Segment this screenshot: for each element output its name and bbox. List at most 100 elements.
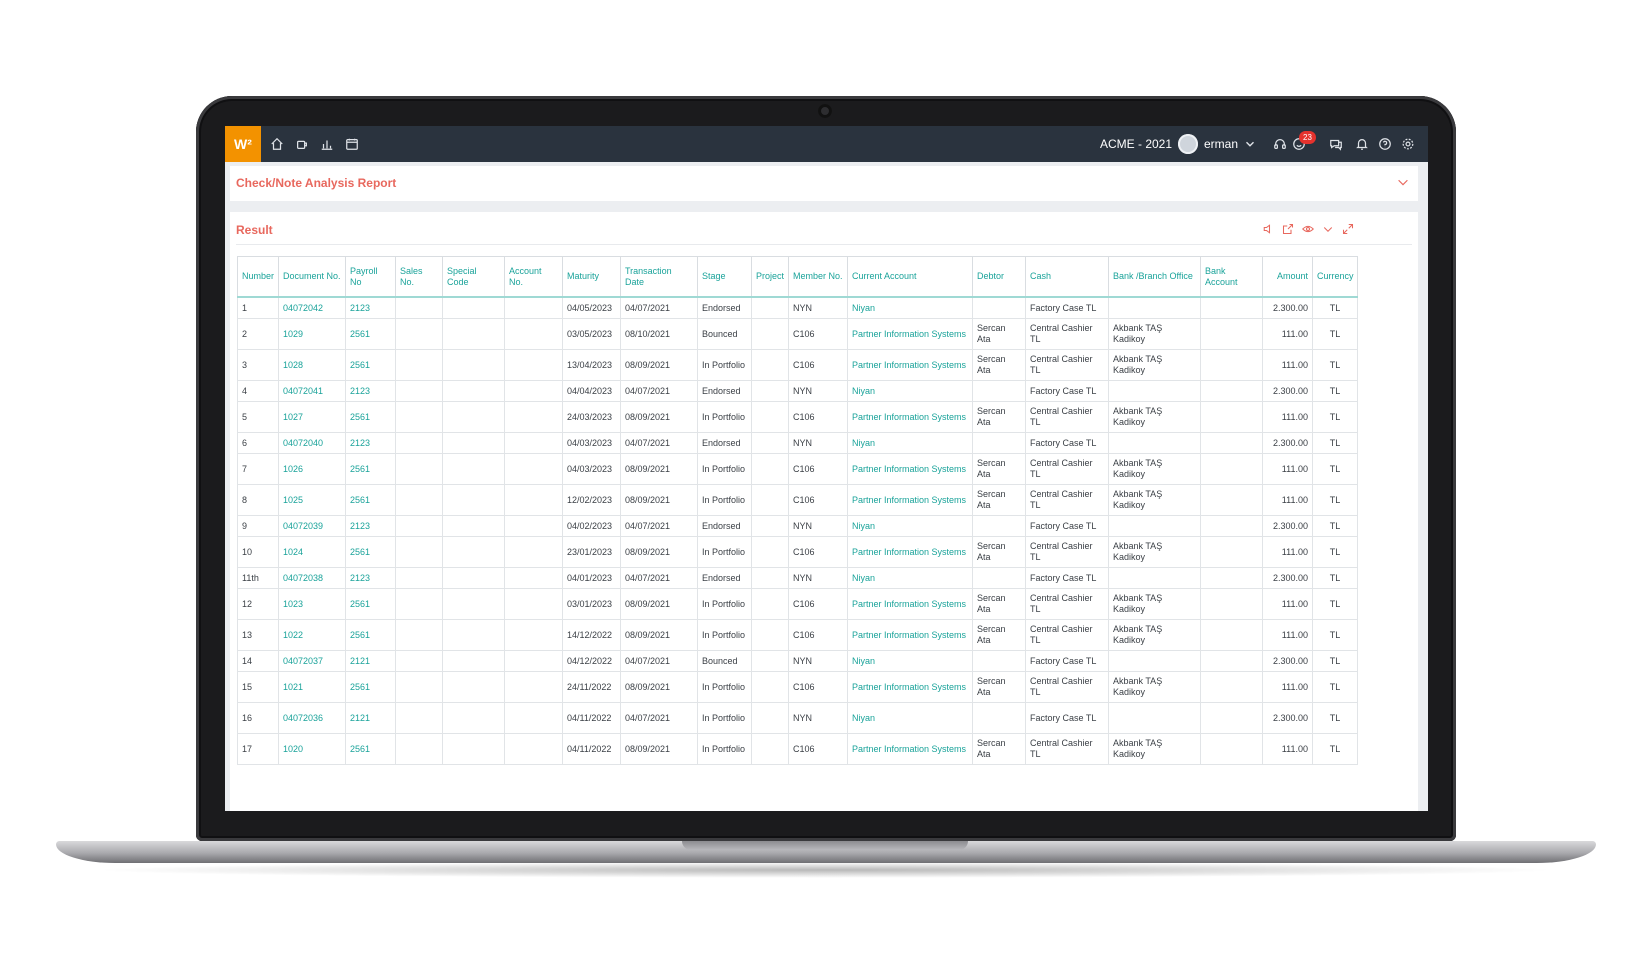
table-cell[interactable]: 2561 [345,349,396,381]
table-row[interactable]: 5 1027 2561 24/03/2023 08/09/2021 In Portfoli… [237,401,1358,433]
table-row[interactable]: 2 1029 2561 03/05/2023 08/10/2021 Bounced C106… [237,318,1358,350]
table-row[interactable]: 8 1025 2561 12/02/2023 08/09/2021 In Portfoli… [237,484,1358,516]
table-cell[interactable]: 04072040 [278,432,346,454]
column-header[interactable]: Special Code [442,256,505,298]
export-icon[interactable] [1282,222,1294,240]
home-icon[interactable] [268,135,286,153]
table-cell[interactable]: Partner Information Systems [847,484,973,516]
table-row[interactable]: 17 1020 2561 04/11/2022 08/09/2021 In Portfol… [237,733,1358,765]
table-row[interactable]: 15 1021 2561 24/11/2022 08/09/2021 In Portfol… [237,671,1358,703]
table-cell[interactable]: 2121 [345,702,396,734]
table-row[interactable]: 12 1023 2561 03/01/2023 08/09/2021 In Portfol… [237,588,1358,620]
app-logo[interactable]: W² [225,126,261,162]
column-header[interactable]: Document No. [278,256,346,298]
table-cell[interactable]: 1023 [278,588,346,620]
column-header[interactable]: Current Account [847,256,973,298]
column-header[interactable]: Cash [1025,256,1109,298]
column-header[interactable]: Payroll No [345,256,396,298]
table-cell[interactable]: 2123 [345,432,396,454]
table-cell[interactable]: 2561 [345,453,396,485]
table-cell[interactable]: 1029 [278,318,346,350]
table-cell[interactable]: Partner Information Systems [847,318,973,350]
company-selector[interactable]: ACME - 2021 [1100,137,1172,151]
column-header[interactable]: Account No. [504,256,563,298]
table-row[interactable]: 3 1028 2561 13/04/2023 08/09/2021 In Portfoli… [237,349,1358,381]
column-header[interactable]: Bank Account [1200,256,1263,298]
table-cell[interactable]: Partner Information Systems [847,671,973,703]
table-cell[interactable]: 1021 [278,671,346,703]
table-cell[interactable]: 2123 [345,515,396,537]
table-cell[interactable]: 1025 [278,484,346,516]
coffee-cup-icon[interactable] [293,135,311,153]
table-cell[interactable]: Niyan [847,380,973,402]
column-header[interactable]: Member No. [788,256,848,298]
table-cell[interactable]: 2561 [345,318,396,350]
table-row[interactable]: 10 1024 2561 23/01/2023 08/09/2021 In Portfol… [237,536,1358,568]
avatar[interactable] [1178,134,1198,154]
table-cell[interactable]: Partner Information Systems [847,401,973,433]
table-cell[interactable]: Niyan [847,296,973,319]
column-header[interactable]: Transaction Date [620,256,698,298]
table-cell[interactable]: 2561 [345,619,396,651]
table-cell[interactable]: 2121 [345,650,396,672]
bell-icon[interactable] [1353,135,1371,153]
column-header[interactable]: Amount [1262,256,1313,298]
table-cell[interactable]: 2561 [345,588,396,620]
table-cell[interactable]: 04072036 [278,702,346,734]
table-cell[interactable]: 2123 [345,380,396,402]
table-cell[interactable]: 2123 [345,567,396,589]
table-cell[interactable]: Partner Information Systems [847,349,973,381]
table-cell[interactable]: 2561 [345,733,396,765]
help-icon[interactable] [1376,135,1394,153]
volume-icon[interactable] [1262,222,1274,240]
table-cell[interactable]: 2561 [345,536,396,568]
column-header[interactable]: Project [751,256,789,298]
table-cell[interactable]: 2561 [345,671,396,703]
chevron-down-icon[interactable] [1241,135,1259,153]
table-cell[interactable]: 1022 [278,619,346,651]
column-header[interactable]: Debtor [972,256,1026,298]
table-cell[interactable]: 2561 [345,484,396,516]
table-cell[interactable]: 04072039 [278,515,346,537]
table-row[interactable]: 13 1022 2561 14/12/2022 08/09/2021 In Portfol… [237,619,1358,651]
table-cell[interactable]: Niyan [847,702,973,734]
table-row[interactable]: 6 04072040 2123 04/03/2023 04/07/2021 Endorse… [237,432,1358,454]
table-cell[interactable]: Partner Information Systems [847,453,973,485]
column-header[interactable]: Number [237,256,279,298]
table-cell[interactable]: Partner Information Systems [847,536,973,568]
table-cell[interactable]: 04072038 [278,567,346,589]
table-row[interactable]: 1 04072042 2123 04/05/2023 04/07/2021 Endorse… [237,296,1358,319]
table-row[interactable]: 16 04072036 2121 04/11/2022 04/07/2021 In Por… [237,702,1358,734]
column-header[interactable]: Bank /Branch Office [1108,256,1201,298]
table-cell[interactable]: Niyan [847,650,973,672]
table-row[interactable]: 9 04072039 2123 04/02/2023 04/07/2021 Endorse… [237,515,1358,537]
table-row[interactable]: 11th 04072038 2123 04/01/2023 04/07/2021 Endo… [237,567,1358,589]
table-cell[interactable]: 04072037 [278,650,346,672]
column-header[interactable]: Maturity [562,256,621,298]
table-cell[interactable]: Niyan [847,515,973,537]
table-row[interactable]: 7 1026 2561 04/03/2023 08/09/2021 In Portfoli… [237,453,1358,485]
calendar-icon[interactable] [343,135,361,153]
table-row[interactable]: 4 04072041 2123 04/04/2023 04/07/2021 Endorse… [237,380,1358,402]
table-cell[interactable]: 04072042 [278,296,346,319]
chat-icon[interactable] [1327,135,1345,153]
eye-icon[interactable] [1302,222,1314,240]
column-header[interactable]: Currency [1312,256,1358,298]
user-menu[interactable]: erman [1204,137,1238,151]
table-cell[interactable]: 2561 [345,401,396,433]
table-cell[interactable]: Partner Information Systems [847,619,973,651]
headset-icon[interactable] [1271,135,1289,153]
expand-icon[interactable] [1342,222,1354,240]
table-cell[interactable]: Niyan [847,567,973,589]
table-cell[interactable]: Partner Information Systems [847,588,973,620]
table-cell[interactable]: Niyan [847,432,973,454]
chart-icon[interactable] [318,135,336,153]
table-row[interactable]: 14 04072037 2121 04/12/2022 04/07/2021 Bounce… [237,650,1358,672]
table-cell[interactable]: 1028 [278,349,346,381]
chevron-down-icon[interactable] [1396,175,1410,194]
table-cell[interactable]: 1027 [278,401,346,433]
table-cell[interactable]: 2123 [345,296,396,319]
table-cell[interactable]: 1024 [278,536,346,568]
table-cell[interactable]: 1026 [278,453,346,485]
chevron-down-icon[interactable] [1322,222,1334,240]
